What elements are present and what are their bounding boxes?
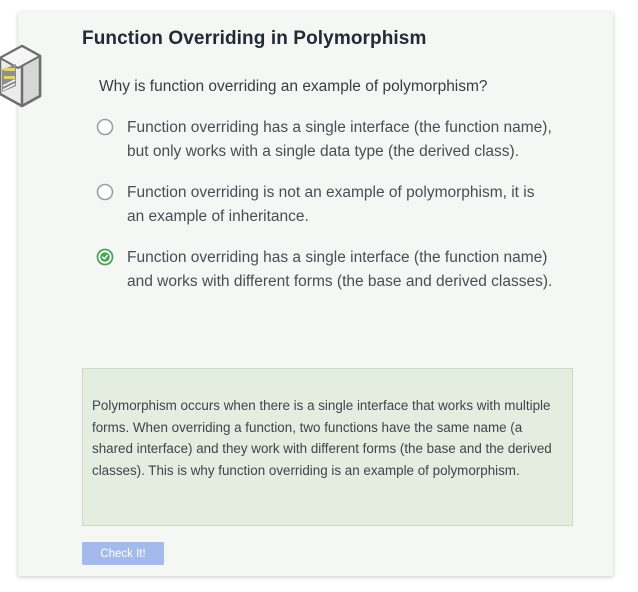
answer-option-label: Function overriding is not an example of… bbox=[127, 184, 535, 225]
answer-option-3[interactable]: Function overriding has a single interfa… bbox=[96, 246, 556, 294]
check-it-button[interactable]: Check It! bbox=[82, 542, 164, 565]
feedback-text: Polymorphism occurs when there is a sing… bbox=[92, 398, 552, 478]
multi-storey-building-icon bbox=[0, 44, 42, 108]
quiz-card: Function Overriding in Polymorphism Why … bbox=[0, 12, 613, 576]
question-text: Why is function overriding an example of… bbox=[99, 78, 488, 95]
answer-option-label: Function overriding has a single interfa… bbox=[127, 249, 553, 290]
card-title: Function Overriding in Polymorphism bbox=[82, 28, 427, 49]
radio-unselected-icon[interactable] bbox=[96, 118, 114, 136]
answer-option-2[interactable]: Function overriding is not an example of… bbox=[96, 181, 556, 229]
radio-selected-check-icon[interactable] bbox=[96, 248, 114, 266]
radio-unselected-icon[interactable] bbox=[96, 183, 114, 201]
answer-option-1[interactable]: Function overriding has a single interfa… bbox=[96, 116, 556, 164]
answer-option-label: Function overriding has a single interfa… bbox=[127, 119, 552, 160]
feedback-panel: Polymorphism occurs when there is a sing… bbox=[82, 368, 573, 526]
answer-options: Function overriding has a single interfa… bbox=[96, 116, 556, 311]
